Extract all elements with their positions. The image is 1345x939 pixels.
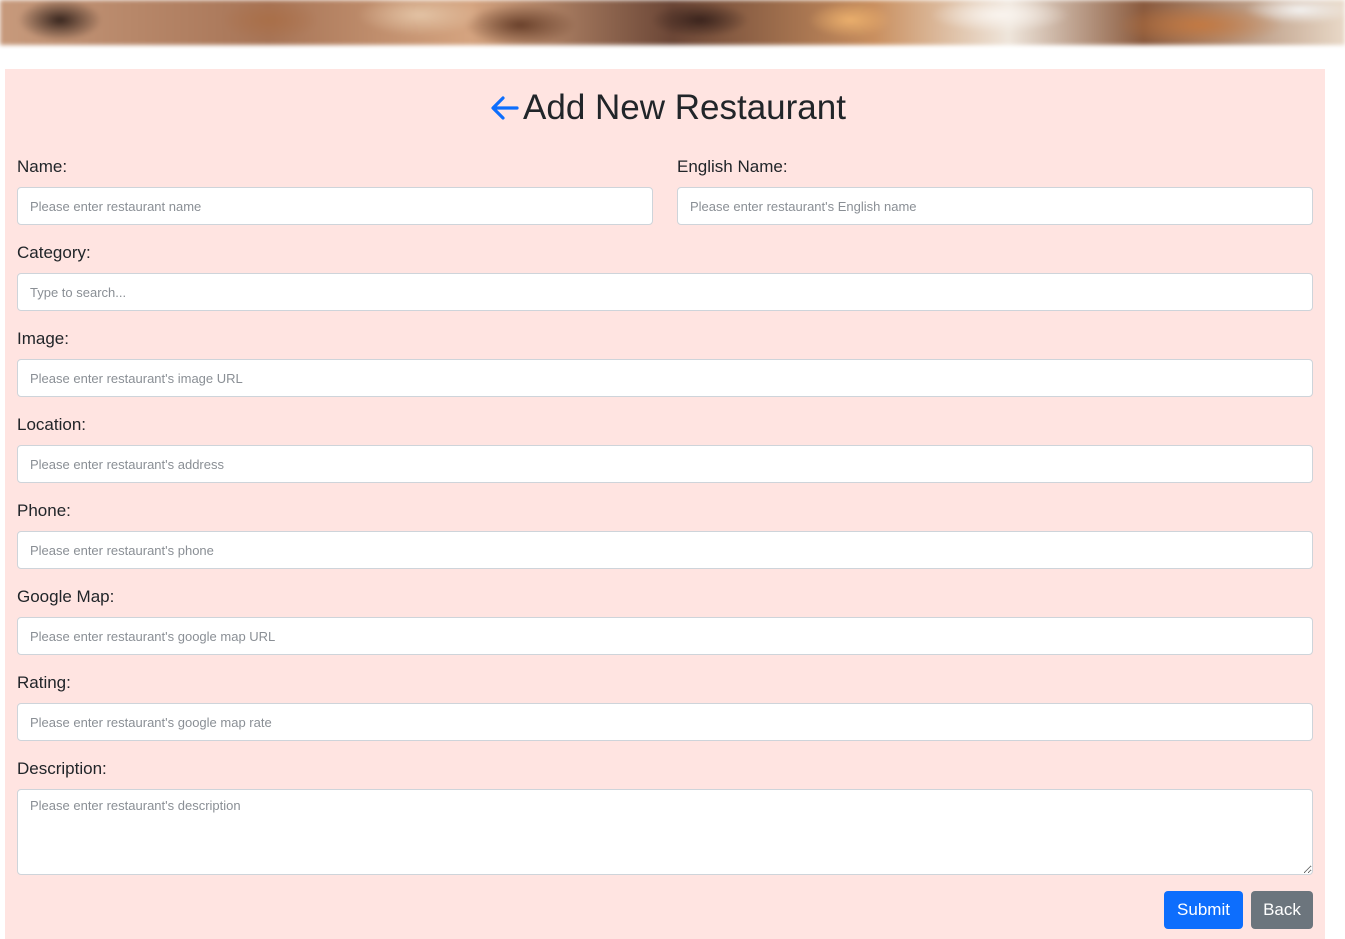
- category-search-input[interactable]: [17, 273, 1313, 311]
- submit-button[interactable]: Submit: [1164, 891, 1243, 929]
- phone-input[interactable]: [17, 531, 1313, 569]
- description-label: Description:: [17, 759, 107, 778]
- name-label: Name:: [17, 157, 68, 176]
- page-title-row: Add New Restaurant: [0, 86, 1335, 130]
- google-map-input[interactable]: [17, 617, 1313, 655]
- rating-input[interactable]: [17, 703, 1313, 741]
- back-button[interactable]: Back: [1251, 891, 1313, 929]
- header-banner-image: [0, 0, 1345, 45]
- image-label: Image:: [17, 329, 69, 348]
- arrow-left-icon[interactable]: [489, 91, 521, 123]
- phone-label: Phone:: [17, 501, 71, 520]
- english-name-label: English Name:: [677, 157, 788, 176]
- location-input[interactable]: [17, 445, 1313, 483]
- category-label: Category:: [17, 243, 91, 262]
- location-label: Location:: [17, 415, 86, 434]
- page-title: Add New Restaurant: [523, 88, 846, 127]
- google-map-label: Google Map:: [17, 587, 115, 606]
- name-input[interactable]: [17, 187, 653, 225]
- image-url-input[interactable]: [17, 359, 1313, 397]
- description-textarea[interactable]: [17, 789, 1313, 875]
- rating-label: Rating:: [17, 673, 71, 692]
- english-name-input[interactable]: [677, 187, 1313, 225]
